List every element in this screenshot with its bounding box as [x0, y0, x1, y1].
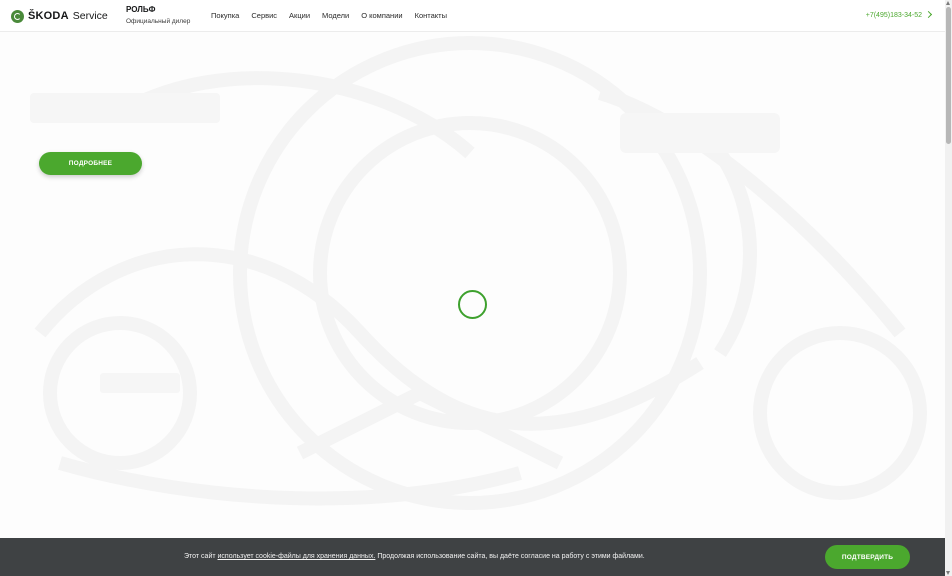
nav-item-purchase[interactable]: Покупка	[211, 11, 239, 21]
cookie-text: Этот сайт использует cookie-файлы для хр…	[184, 552, 645, 562]
scrollbar-thumb[interactable]	[946, 7, 951, 144]
page: ŠKODA Service РОЛЬФ Официальный дилер По…	[0, 0, 945, 576]
skoda-emblem-icon	[11, 9, 24, 23]
dealer-info: РОЛЬФ Официальный дилер	[126, 5, 190, 26]
nav-item-models[interactable]: Модели	[322, 11, 349, 21]
dealer-subtitle: Официальный дилер	[126, 18, 191, 25]
cookie-text-before: Этот сайт	[184, 553, 218, 560]
phone-link[interactable]: +7(495)183-34-52	[866, 11, 922, 21]
cookie-banner: Этот сайт использует cookie-файлы для хр…	[0, 538, 945, 576]
scroll-down-arrow-icon[interactable]	[946, 571, 950, 575]
hero-background-pattern	[30, 36, 927, 510]
more-button[interactable]: ПОДРОБНЕЕ	[39, 152, 142, 175]
loading-spinner-icon	[458, 290, 487, 319]
scroll-up-arrow-icon[interactable]	[946, 1, 950, 5]
nav-item-service[interactable]: Сервис	[251, 11, 277, 21]
cookie-policy-link[interactable]: использует cookie-файлы для хранения дан…	[218, 553, 376, 560]
skoda-service-logo[interactable]: ŠKODA Service	[11, 9, 108, 23]
cookie-text-after: Продолжая использование сайта, вы даёте …	[375, 553, 645, 560]
logo-service-text: Service	[72, 10, 108, 22]
main-nav: Покупка Сервис Акции Модели О компании К…	[211, 11, 459, 21]
page-scrollbar[interactable]	[945, 0, 952, 576]
confirm-cookies-button[interactable]: ПОДТВЕРДИТЬ	[825, 545, 910, 569]
nav-item-promotions[interactable]: Акции	[289, 11, 310, 21]
logo-brand-text: ŠKODA	[28, 10, 69, 22]
nav-item-contacts[interactable]: Контакты	[415, 11, 447, 21]
dealer-name: РОЛЬФ	[126, 5, 156, 14]
site-header: ŠKODA Service РОЛЬФ Официальный дилер По…	[0, 0, 945, 32]
nav-item-about[interactable]: О компании	[361, 11, 402, 21]
chevron-right-icon[interactable]	[924, 10, 933, 19]
